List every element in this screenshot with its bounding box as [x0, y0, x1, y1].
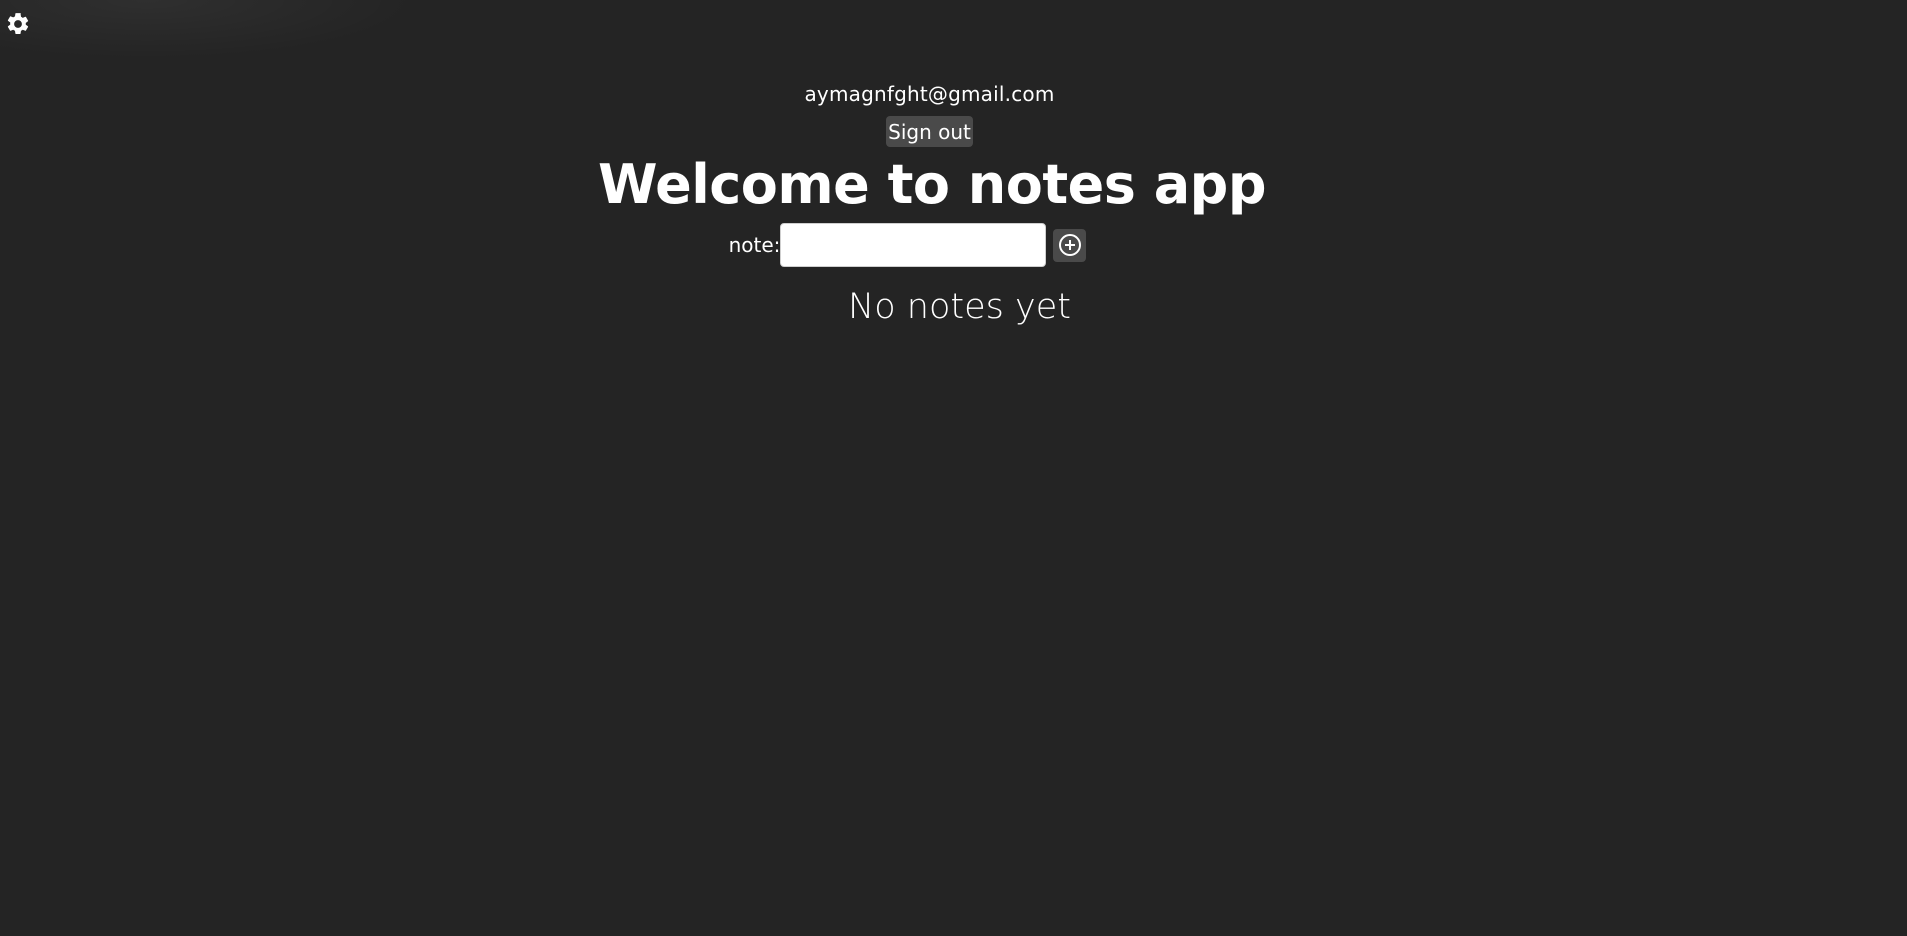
add-note-button[interactable] [1053, 228, 1087, 262]
page-title: Welcome to notes app [598, 153, 1266, 216]
main-container: aymagnfght@gmail.com Sign out Welcome to… [0, 0, 1907, 327]
user-email: aymagnfght@gmail.com [804, 82, 1055, 106]
plus-circle-icon [1058, 234, 1081, 256]
note-form: note: [729, 223, 1087, 267]
empty-notes-message: No notes yet [848, 287, 1071, 327]
note-label: note: [728, 233, 781, 257]
sign-out-button[interactable]: Sign out [886, 116, 973, 147]
note-input[interactable] [780, 223, 1047, 267]
